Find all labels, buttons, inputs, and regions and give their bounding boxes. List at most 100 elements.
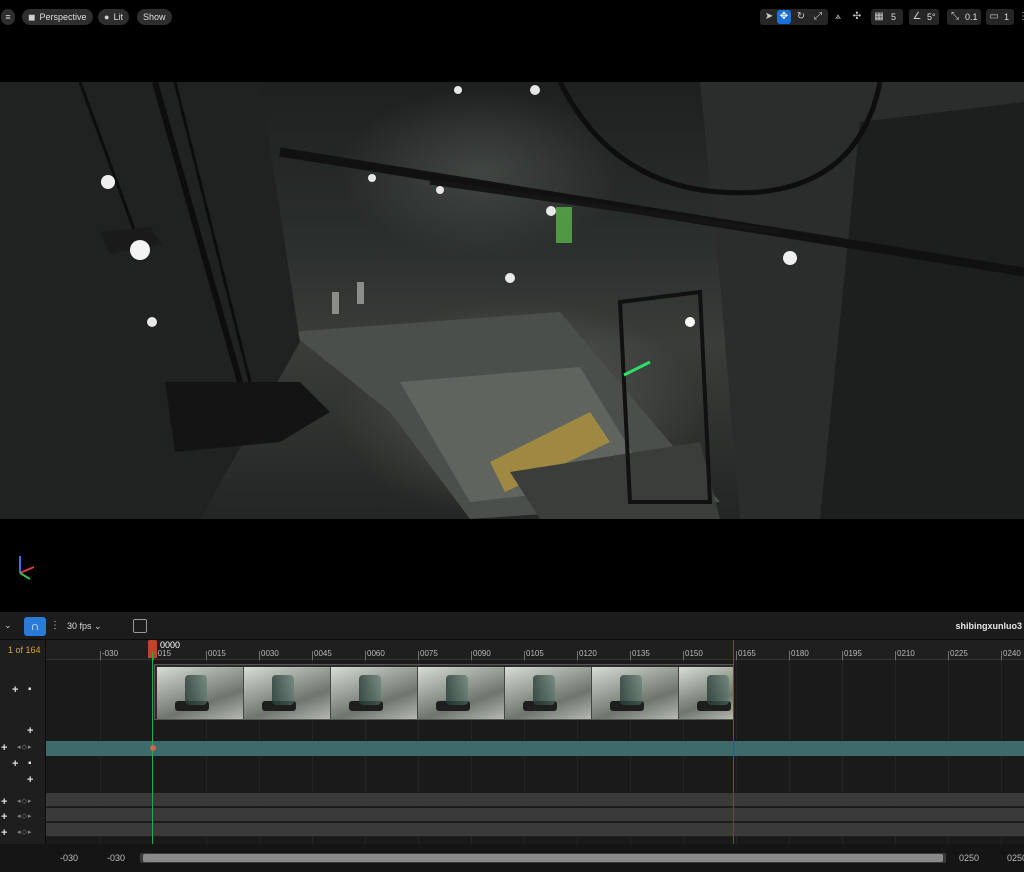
- monitor-panel: [556, 207, 572, 243]
- ruler-tick-label: 0120: [579, 649, 597, 658]
- surface-snap-icon[interactable]: ⟑: [831, 10, 845, 24]
- time-ruler[interactable]: -030 -015 0015 0030 0045 0060 0075 0090 0105 0120…: [46, 640, 1024, 660]
- hamburger-icon[interactable]: ≡: [1, 9, 15, 25]
- grid-icon: ▦: [874, 11, 884, 22]
- working-range-start[interactable]: -030: [107, 853, 125, 863]
- shot-thumbnail: [331, 667, 418, 719]
- soldier-figure[interactable]: [357, 282, 364, 304]
- add-key-icon[interactable]: +: [1, 811, 7, 823]
- ruler-tick: [206, 651, 207, 660]
- shot-section[interactable]: [154, 664, 734, 720]
- working-range-end[interactable]: 0250: [1007, 853, 1024, 863]
- ruler-tick: [577, 651, 578, 660]
- view-range-start[interactable]: -030: [60, 853, 78, 863]
- sequencer-toolbar: ⌄ ∩ ⋮ 30 fps ⌄ shibingxunluo3: [0, 612, 1024, 640]
- coordinate-space-icon[interactable]: ✣: [850, 10, 864, 24]
- lit-button[interactable]: ● Lit: [98, 9, 129, 25]
- more-options-icon[interactable]: ⋮: [1018, 10, 1024, 24]
- ruler-tick: [683, 651, 684, 660]
- light-actor-icon[interactable]: [101, 175, 115, 189]
- scale-snap-value: 0.1: [965, 12, 978, 22]
- ruler-tick: [365, 651, 366, 660]
- light-actor-icon[interactable]: [783, 251, 797, 265]
- shot-track-controls: + ▪: [0, 684, 44, 698]
- select-icon[interactable]: ➤: [762, 10, 776, 24]
- scrollbar-thumb[interactable]: [143, 854, 943, 862]
- level-viewport[interactable]: ≡ ◼ Perspective ● Lit Show ➤ ✥ ↻ ⤢ ⟑ ✣ ▦…: [0, 0, 1024, 595]
- property-track[interactable]: [46, 808, 1024, 822]
- rotate-icon[interactable]: ↻: [794, 10, 808, 24]
- scene-drawing: [0, 82, 1024, 519]
- ruler-tick-label: 0090: [473, 649, 491, 658]
- shot-thumbnail: [592, 667, 679, 719]
- add-key-icon[interactable]: +: [1, 742, 7, 754]
- property-track[interactable]: [46, 823, 1024, 837]
- transform-track[interactable]: [46, 741, 1024, 756]
- view-range-end[interactable]: 0250: [959, 853, 979, 863]
- add-key-icon[interactable]: +: [1, 796, 7, 808]
- perspective-button[interactable]: ◼ Perspective: [22, 9, 93, 25]
- grid-snap-value: 5: [891, 12, 897, 22]
- track-row-controls: +: [0, 725, 44, 739]
- direction-arrow[interactable]: [623, 360, 651, 377]
- track-area[interactable]: [46, 660, 1024, 844]
- light-actor-icon[interactable]: [368, 174, 376, 182]
- light-actor-icon[interactable]: [546, 206, 556, 216]
- playback-end-marker[interactable]: [733, 640, 734, 845]
- playback-options-chevron-icon[interactable]: ⌄: [4, 620, 12, 631]
- keyframe-row-controls: + ◂◇▸: [0, 796, 44, 810]
- left-wall: [0, 82, 300, 519]
- ruler-tick-label: 0045: [314, 649, 332, 658]
- property-track[interactable]: [46, 793, 1024, 807]
- ruler-tick-label: 0165: [738, 649, 756, 658]
- soldier-figure[interactable]: [332, 292, 339, 314]
- shot-thumbnail: [244, 667, 331, 719]
- timeline-scrollbar[interactable]: [140, 853, 946, 863]
- light-actor-icon[interactable]: [130, 240, 150, 260]
- light-bulb-icon[interactable]: [454, 86, 462, 94]
- add-track-icon[interactable]: +: [12, 758, 18, 770]
- light-bulb-icon[interactable]: [147, 317, 157, 327]
- lamp-fixture-large: [165, 382, 330, 452]
- scale-icon[interactable]: ⤢: [811, 10, 825, 24]
- add-track-icon[interactable]: +: [27, 725, 33, 737]
- key-navigation-icon[interactable]: ◂◇▸: [17, 827, 32, 839]
- ruler-tick: [842, 651, 843, 660]
- camera-icon: ▪: [28, 684, 32, 695]
- camera-track-controls: + ▪: [0, 758, 44, 772]
- snap-options-icon[interactable]: ⋮: [50, 620, 60, 631]
- key-navigation-icon[interactable]: ◂◇▸: [17, 811, 32, 823]
- scene-render[interactable]: [0, 82, 1024, 519]
- ruler-tick-label: 0075: [420, 649, 438, 658]
- ruler-tick-label: 0060: [367, 649, 385, 658]
- curve-editor-icon[interactable]: [133, 619, 147, 633]
- add-key-icon[interactable]: +: [1, 827, 7, 839]
- frame-counter: 1 of 164: [8, 645, 41, 655]
- emitter-icon[interactable]: [530, 85, 540, 95]
- angle-icon: ∠: [912, 11, 922, 22]
- translate-icon[interactable]: ✥: [777, 10, 791, 24]
- keyframe-row-controls: + ◂◇▸: [0, 742, 44, 756]
- ruler-tick-label: 0105: [526, 649, 544, 658]
- show-label: Show: [143, 12, 166, 22]
- shot-thumbnail: [505, 667, 592, 719]
- key-navigation-icon[interactable]: ◂◇▸: [17, 742, 32, 754]
- keyframe-marker[interactable]: [150, 745, 156, 751]
- viewport-toolbar: ≡ ◼ Perspective ● Lit Show ➤ ✥ ↻ ⤢ ⟑ ✣ ▦…: [0, 0, 1024, 34]
- shot-thumbnail: [679, 667, 733, 719]
- point-light-icon[interactable]: [685, 317, 695, 327]
- key-navigation-icon[interactable]: ◂◇▸: [17, 796, 32, 808]
- ruler-tick: [895, 651, 896, 660]
- add-track-icon[interactable]: +: [12, 684, 18, 696]
- rotation-snap-value: 5°: [927, 12, 936, 22]
- fps-dropdown[interactable]: 30 fps ⌄: [67, 621, 102, 632]
- show-button[interactable]: Show: [137, 9, 172, 25]
- ruler-tick-label: 0240: [1003, 649, 1021, 658]
- light-actor-icon[interactable]: [505, 273, 515, 283]
- range-bar: -030 -030 0250 0250: [0, 844, 1024, 872]
- light-actor-icon[interactable]: [436, 186, 444, 194]
- ruler-tick-label: 0210: [897, 649, 915, 658]
- snap-magnet-icon[interactable]: ∩: [24, 617, 46, 636]
- add-track-icon[interactable]: +: [27, 774, 33, 786]
- keyframe-row-controls: + ◂◇▸: [0, 827, 44, 841]
